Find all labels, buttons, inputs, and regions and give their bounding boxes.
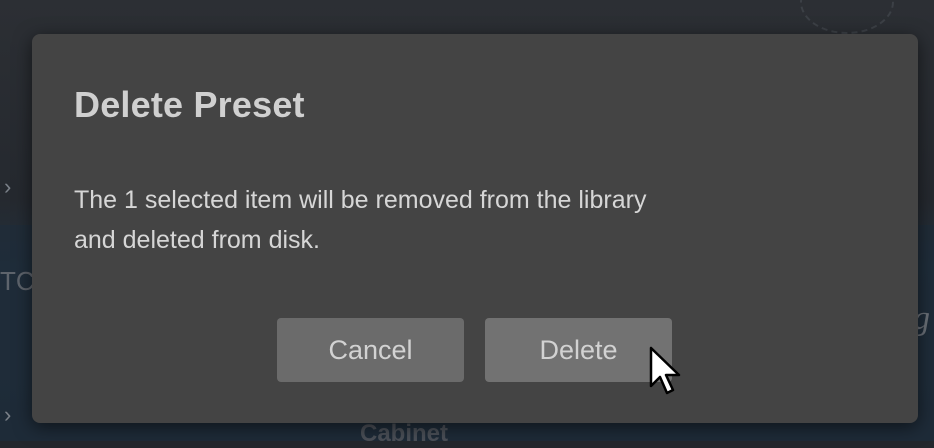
background-edge-text: TC [0,266,35,296]
dialog-title: Delete Preset [74,84,305,125]
delete-preset-dialog: Delete Preset The 1 selected item will b… [32,34,918,423]
chevron-right-icon: › [4,174,12,199]
dialog-message: The 1 selected item will be removed from… [74,180,854,260]
delete-button[interactable]: Delete [485,318,672,382]
dialog-message-line-1: The 1 selected item will be removed from… [74,186,647,214]
background-section-label: Cabinet [360,420,449,447]
dialog-message-line-2: and deleted from disk. [74,226,320,254]
cancel-button[interactable]: Cancel [277,318,464,382]
chevron-right-icon: › [4,402,12,427]
